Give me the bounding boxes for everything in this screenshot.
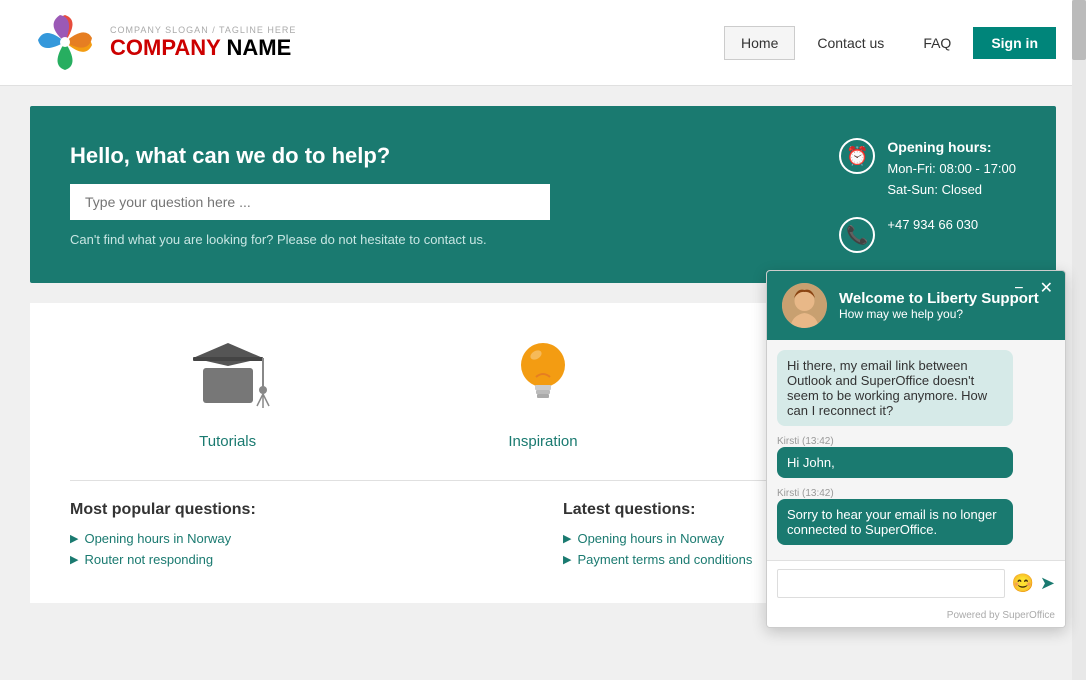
agent-meta-2: Kirsti (13:42) — [777, 488, 1055, 499]
chat-header-sub: How may we help you? — [839, 307, 1039, 321]
logo-text-area: COMPANY SLOGAN / TAGLINE HERE COMPANY NA… — [110, 25, 296, 61]
chat-header: Welcome to Liberty Support How may we he… — [767, 271, 1065, 340]
chat-header-info: Welcome to Liberty Support How may we he… — [839, 290, 1039, 321]
arrow-icon-4: ▶ — [563, 553, 571, 566]
category-inspiration[interactable]: Inspiration — [493, 333, 593, 450]
chat-widget: Welcome to Liberty Support How may we he… — [766, 270, 1066, 628]
search-input[interactable] — [70, 184, 550, 220]
chat-message-agent-2-wrap: Kirsti (13:42) Sorry to hear your email … — [777, 486, 1055, 545]
hero-left: Hello, what can we do to help? Can't fin… — [70, 143, 839, 247]
scrollbar-track — [1072, 0, 1086, 680]
phone-text: +47 934 66 030 — [887, 215, 978, 236]
arrow-icon-3: ▶ — [563, 532, 571, 545]
hero-section: Hello, what can we do to help? Can't fin… — [30, 106, 1056, 283]
popular-questions-col: Most popular questions: ▶ Opening hours … — [70, 501, 523, 573]
nav: Home Contact us FAQ Sign in — [724, 26, 1056, 60]
emoji-button[interactable]: 😊 — [1011, 573, 1033, 594]
hero-hint: Can't find what you are looking for? Ple… — [70, 232, 839, 247]
nav-faq[interactable]: FAQ — [906, 26, 968, 60]
opening-hours-row: ⏰ Opening hours: Mon-Fri: 08:00 - 17:00 … — [839, 136, 1016, 200]
chat-controls: − ✕ — [1010, 279, 1057, 299]
nav-contact[interactable]: Contact us — [800, 26, 901, 60]
logo-slogan: COMPANY SLOGAN / TAGLINE HERE — [110, 25, 296, 35]
chat-message-user: Hi there, my email link between Outlook … — [777, 350, 1013, 426]
chat-message-agent-1-wrap: Kirsti (13:42) Hi John, — [777, 434, 1055, 478]
phone-icon: 📞 — [839, 217, 875, 253]
phone-row: 📞 +47 934 66 030 — [839, 215, 978, 253]
lightbulb-icon — [508, 333, 578, 423]
header: COMPANY SLOGAN / TAGLINE HERE COMPANY NA… — [0, 0, 1086, 86]
chat-header-title: Welcome to Liberty Support — [839, 290, 1039, 307]
hero-right: ⏰ Opening hours: Mon-Fri: 08:00 - 17:00 … — [839, 136, 1016, 253]
chat-input[interactable] — [777, 569, 1005, 598]
tutorials-icon-wrap — [178, 333, 278, 423]
chat-message-agent-1: Hi John, — [777, 447, 1013, 478]
chat-messages: Hi there, my email link between Outlook … — [767, 340, 1065, 560]
logo-name: COMPANY NAME — [110, 35, 296, 61]
send-button[interactable]: ➤ — [1040, 573, 1055, 594]
arrow-icon-2: ▶ — [70, 553, 78, 566]
chat-message-agent-2: Sorry to hear your email is no longer co… — [777, 499, 1013, 545]
graduation-cap-icon — [183, 338, 273, 418]
inspiration-label: Inspiration — [508, 433, 577, 450]
logo-icon — [30, 10, 100, 75]
popular-questions-title: Most popular questions: — [70, 501, 523, 519]
chat-footer: Powered by SuperOffice — [767, 606, 1065, 627]
chat-input-area: 😊 ➤ — [767, 560, 1065, 606]
hero-title: Hello, what can we do to help? — [70, 143, 839, 169]
signin-button[interactable]: Sign in — [973, 27, 1056, 59]
logo-area: COMPANY SLOGAN / TAGLINE HERE COMPANY NA… — [30, 10, 296, 75]
avatar — [782, 283, 827, 328]
tutorials-label: Tutorials — [199, 433, 256, 450]
agent-meta-1: Kirsti (13:42) — [777, 436, 1055, 447]
popular-q-1[interactable]: ▶ Opening hours in Norway — [70, 531, 523, 546]
clock-icon: ⏰ — [839, 138, 875, 174]
minimize-button[interactable]: − — [1010, 279, 1027, 299]
arrow-icon-1: ▶ — [70, 532, 78, 545]
inspiration-icon-wrap — [493, 333, 593, 423]
scrollbar-thumb[interactable] — [1072, 0, 1086, 60]
category-tutorials[interactable]: Tutorials — [178, 333, 278, 450]
nav-home[interactable]: Home — [724, 26, 795, 60]
opening-hours-text: Opening hours: Mon-Fri: 08:00 - 17:00 Sa… — [887, 136, 1016, 200]
close-button[interactable]: ✕ — [1036, 279, 1057, 299]
popular-q-2[interactable]: ▶ Router not responding — [70, 552, 523, 567]
